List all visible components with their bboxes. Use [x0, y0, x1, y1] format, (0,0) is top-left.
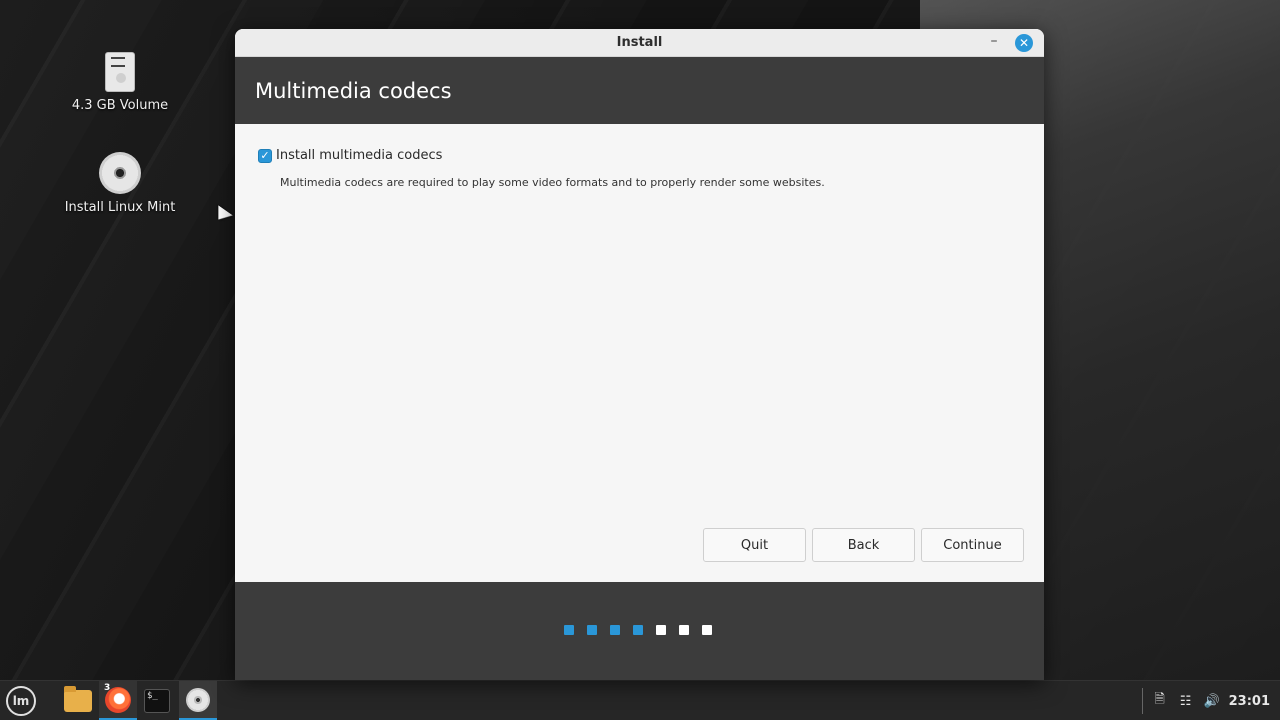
progress-step-dot [633, 625, 643, 635]
install-codecs-checkbox[interactable]: ✓ [258, 148, 272, 163]
disc-icon [99, 152, 141, 194]
page-content: ✓ Install multimedia codecs Multimedia c… [235, 124, 1044, 582]
progress-step-dot [610, 625, 620, 635]
progress-step-dot [679, 625, 689, 635]
quit-button[interactable]: Quit [703, 528, 806, 562]
folder-icon [64, 686, 92, 712]
clock[interactable]: 23:01 [1229, 694, 1270, 709]
network-icon[interactable]: ☷ [1173, 694, 1199, 709]
taskbar: lm 3 $_ 🗎 ☷ 🔊 23:01 [0, 680, 1280, 720]
window-count-badge: 3 [104, 683, 111, 693]
desktop-icon-volume[interactable]: 4.3 GB Volume [60, 52, 180, 113]
update-manager-icon[interactable]: 🗎 [1147, 690, 1173, 712]
terminal-icon: $_ [144, 689, 170, 713]
progress-step-dot [564, 625, 574, 635]
desktop-icon-label: Install Linux Mint [64, 200, 176, 215]
window-title: Install [616, 35, 663, 50]
progress-step-dot [656, 625, 666, 635]
window-titlebar[interactable]: Install – ✕ [235, 29, 1044, 57]
progress-footer [235, 582, 1044, 680]
page-title: Multimedia codecs [255, 78, 452, 103]
taskbar-firefox[interactable]: 3 [99, 681, 137, 720]
taskbar-files[interactable] [59, 681, 97, 720]
install-codecs-label[interactable]: Install multimedia codecs [276, 148, 442, 163]
linux-mint-logo-icon: lm [6, 686, 36, 716]
mouse-cursor-icon [218, 205, 233, 230]
codecs-description: Multimedia codecs are required to play s… [280, 176, 825, 189]
start-menu-button[interactable]: lm [2, 681, 40, 720]
page-header: Multimedia codecs [235, 57, 1044, 124]
taskbar-terminal[interactable]: $_ [138, 681, 176, 720]
system-tray: 🗎 ☷ 🔊 23:01 [1141, 681, 1280, 720]
install-codecs-option[interactable]: ✓ Install multimedia codecs [258, 148, 442, 163]
progress-step-dot [587, 625, 597, 635]
desktop-icon-label: 4.3 GB Volume [71, 98, 169, 113]
continue-button[interactable]: Continue [921, 528, 1024, 562]
disc-icon [186, 687, 210, 712]
tray-divider [1141, 688, 1143, 714]
volume-icon[interactable]: 🔊 [1199, 694, 1225, 709]
drive-icon [105, 52, 135, 92]
minimize-button[interactable]: – [986, 34, 1002, 51]
progress-step-dot [702, 625, 712, 635]
back-button[interactable]: Back [812, 528, 915, 562]
taskbar-installer[interactable] [179, 681, 217, 720]
installer-window: Install – ✕ Multimedia codecs ✓ Install … [235, 29, 1044, 680]
close-button[interactable]: ✕ [1015, 34, 1033, 52]
step-progress-indicator [564, 625, 712, 635]
desktop-icon-install-linux-mint[interactable]: Install Linux Mint [60, 152, 180, 215]
